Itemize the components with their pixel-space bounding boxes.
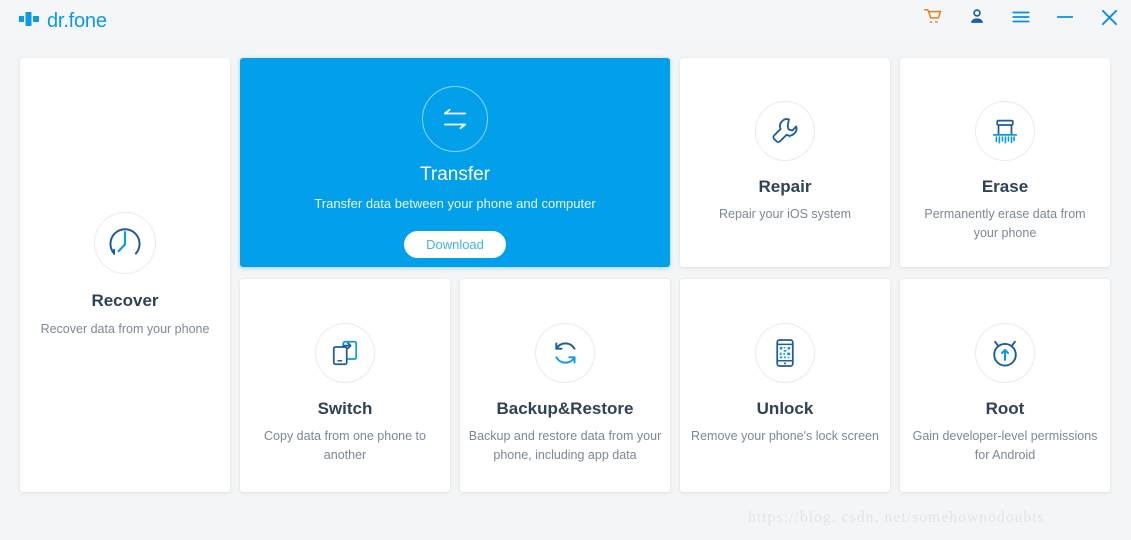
card-switch[interactable]: Switch Copy data from one phone to anoth… [240, 279, 450, 492]
cart-icon[interactable] [921, 5, 945, 29]
card-erase[interactable]: Erase Permanently erase data from your p… [900, 58, 1110, 267]
card-unlock[interactable]: Unlock Remove your phone's lock screen [680, 279, 890, 492]
card-description: Recover data from your phone [40, 322, 210, 336]
card-recover[interactable]: Recover Recover data from your phone [20, 58, 230, 492]
card-title: Repair [758, 177, 812, 196]
card-description: Repair your iOS system [719, 207, 851, 221]
card-description: Copy data from one phone to another [264, 429, 426, 462]
close-icon[interactable] [1097, 5, 1121, 29]
card-backup-restore[interactable]: Backup&Restore Backup and restore data f… [460, 279, 670, 492]
two-phones-transfer-icon [315, 323, 375, 383]
card-title: Transfer [419, 164, 491, 185]
brand-logo: dr.fone [18, 8, 107, 35]
card-transfer[interactable]: Transfer Transfer data between your phon… [240, 58, 670, 267]
card-title: Root [985, 399, 1025, 418]
account-icon[interactable] [965, 5, 989, 29]
card-title: Backup&Restore [496, 399, 634, 418]
app-window: dr.fone Recover Recover data from your p… [0, 0, 1131, 540]
wrench-icon [755, 101, 815, 161]
card-repair[interactable]: Repair Repair your iOS system [680, 58, 890, 267]
brand-name: dr.fone [47, 10, 107, 32]
card-title: Recover [91, 291, 159, 310]
menu-icon[interactable] [1009, 5, 1033, 29]
minimize-icon[interactable] [1053, 5, 1077, 29]
title-bar: dr.fone [0, 0, 1131, 44]
clock-recover-icon [94, 212, 156, 274]
watermark-text: https://blog. csdn. net/somehownodoubts [748, 509, 1045, 526]
shredder-icon [975, 101, 1035, 161]
plus-cross-logo-icon [18, 8, 40, 35]
phone-lock-pattern-icon [755, 323, 815, 383]
card-description: Gain developer-level permissions for And… [912, 429, 1098, 462]
card-root[interactable]: Root Gain developer-level permissions fo… [900, 279, 1110, 492]
card-description: Remove your phone's lock screen [691, 429, 879, 443]
circular-refresh-icon [535, 323, 595, 383]
card-title: Switch [317, 399, 373, 418]
card-description: Transfer data between your phone and com… [314, 196, 596, 211]
card-description: Backup and restore data from your phone,… [468, 429, 662, 462]
card-title: Erase [981, 177, 1029, 196]
download-button[interactable]: Download [404, 231, 506, 258]
card-title: Unlock [756, 399, 814, 418]
card-description: Permanently erase data from your phone [924, 207, 1086, 240]
android-root-icon [975, 323, 1035, 383]
two-way-arrows-icon [422, 86, 488, 152]
window-controls [921, 5, 1121, 29]
